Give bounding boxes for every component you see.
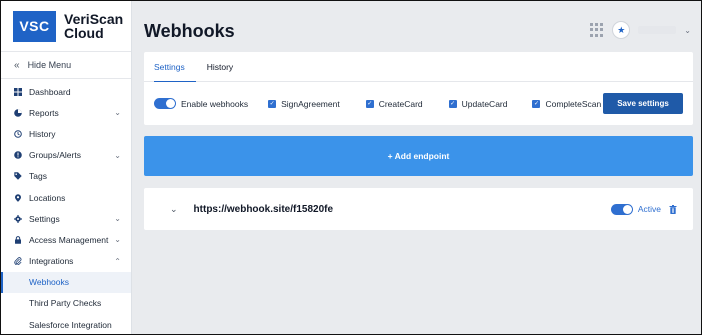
signagreement-label: SignAgreement [281, 98, 340, 109]
hide-menu-label: Hide Menu [27, 60, 72, 70]
createcard-checkbox[interactable]: ✓ [365, 99, 374, 108]
sidebar-item-label: Dashboard [29, 86, 71, 97]
sidebar-item-integrations[interactable]: Integrations ⌃ [1, 251, 131, 272]
expand-chevron-icon[interactable]: ⌄ [170, 204, 178, 215]
endpoint-status: Active [637, 204, 661, 214]
sidebar: VSC VeriScan Cloud « Hide Menu Dashboard… [1, 1, 132, 334]
sidebar-item-label: Groups/Alerts [29, 150, 81, 161]
double-chevron-left-icon: « [14, 59, 20, 71]
brand-name-line2: Cloud [64, 25, 104, 41]
apps-grid-icon[interactable] [590, 23, 604, 37]
sidebar-item-settings[interactable]: Settings ⌄ [1, 208, 131, 229]
chevron-down-icon: ⌄ [114, 108, 121, 118]
chevron-down-icon: ⌄ [114, 214, 121, 224]
account-name-placeholder[interactable] [638, 26, 677, 34]
brand: VSC VeriScan Cloud [1, 1, 131, 52]
enable-webhooks-toggle[interactable] [154, 98, 176, 109]
paperclip-icon [14, 257, 22, 266]
updatecard-checkbox[interactable]: ✓ [448, 99, 457, 108]
alert-icon [14, 151, 22, 159]
sidebar-item-groups-alerts[interactable]: Groups/Alerts ⌄ [1, 145, 131, 166]
sidebar-item-label: Access Management [29, 234, 109, 245]
lock-icon [15, 236, 21, 244]
sidebar-subitem-third-party-checks[interactable]: Third Party Checks [1, 293, 131, 314]
brand-name-line1: VeriScan [64, 11, 124, 27]
sidebar-subitem-salesforce-integration[interactable]: Salesforce Integration [1, 314, 131, 334]
completescan-checkbox[interactable]: ✓ [532, 99, 541, 108]
signagreement-checkbox[interactable]: ✓ [268, 99, 277, 108]
chevron-up-icon: ⌃ [114, 256, 121, 266]
endpoint-controls: Active [610, 203, 677, 215]
save-settings-button[interactable]: Save settings [603, 93, 683, 114]
endpoint-url: https://webhook.site/f15820fe [193, 203, 334, 215]
chevron-down-icon[interactable]: ⌄ [684, 26, 691, 35]
tabs: Settings History [144, 52, 693, 82]
sidebar-item-label: Tags [29, 171, 47, 182]
sidebar-item-locations[interactable]: Locations [1, 187, 131, 208]
logo: VSC [13, 10, 56, 42]
gear-icon [14, 214, 22, 223]
star-icon: ★ [617, 24, 626, 35]
tag-icon [14, 172, 22, 181]
endpoint-active-toggle[interactable] [610, 203, 633, 215]
sidebar-item-label: Locations [29, 192, 66, 203]
chevron-down-icon: ⌄ [114, 150, 121, 160]
main-content: Webhooks ★ ⌄ Settings History Enable web… [132, 1, 701, 334]
avatar[interactable]: ★ [612, 21, 631, 39]
createcard-label: CreateCard [378, 98, 423, 109]
location-icon [15, 193, 21, 202]
sidebar-item-label: History [29, 128, 56, 139]
webhook-options: Enable webhooks ✓ SignAgreement ✓ Create… [144, 82, 693, 125]
reports-icon [14, 108, 22, 117]
sidebar-item-dashboard[interactable]: Dashboard [1, 81, 131, 102]
tab-history[interactable]: History [207, 52, 244, 82]
hide-menu-button[interactable]: « Hide Menu [1, 52, 131, 79]
dashboard-icon [14, 87, 22, 96]
tab-settings[interactable]: Settings [154, 52, 196, 82]
endpoint-row: ⌄ https://webhook.site/f15820fe Active [144, 188, 693, 230]
sidebar-item-history[interactable]: History [1, 123, 131, 144]
topbar: ★ ⌄ [590, 21, 691, 39]
page-title: Webhooks [144, 21, 235, 41]
sidebar-nav: Dashboard Reports ⌄ History Groups/Alert… [1, 79, 131, 334]
sidebar-item-reports[interactable]: Reports ⌄ [1, 102, 131, 123]
enable-webhooks-label: Enable webhooks [181, 98, 249, 109]
brand-name: VeriScan Cloud [64, 12, 123, 40]
sidebar-item-tags[interactable]: Tags [1, 166, 131, 187]
webhook-settings-card: Settings History Enable webhooks ✓ SignA… [144, 52, 693, 125]
sidebar-item-label: Integrations [29, 256, 74, 267]
sidebar-item-label: Settings [29, 213, 60, 224]
sidebar-item-label: Reports [29, 107, 59, 118]
add-endpoint-button[interactable]: + Add endpoint [144, 136, 693, 176]
sidebar-item-access-management[interactable]: Access Management ⌄ [1, 229, 131, 250]
app-window: VSC VeriScan Cloud « Hide Menu Dashboard… [0, 0, 702, 335]
updatecard-label: UpdateCard [461, 98, 508, 109]
history-icon [14, 130, 22, 138]
completescan-label: CompleteScan [545, 98, 602, 109]
chevron-down-icon: ⌄ [114, 235, 121, 245]
sidebar-subitem-webhooks[interactable]: Webhooks [1, 271, 131, 293]
trash-icon[interactable] [669, 204, 677, 214]
